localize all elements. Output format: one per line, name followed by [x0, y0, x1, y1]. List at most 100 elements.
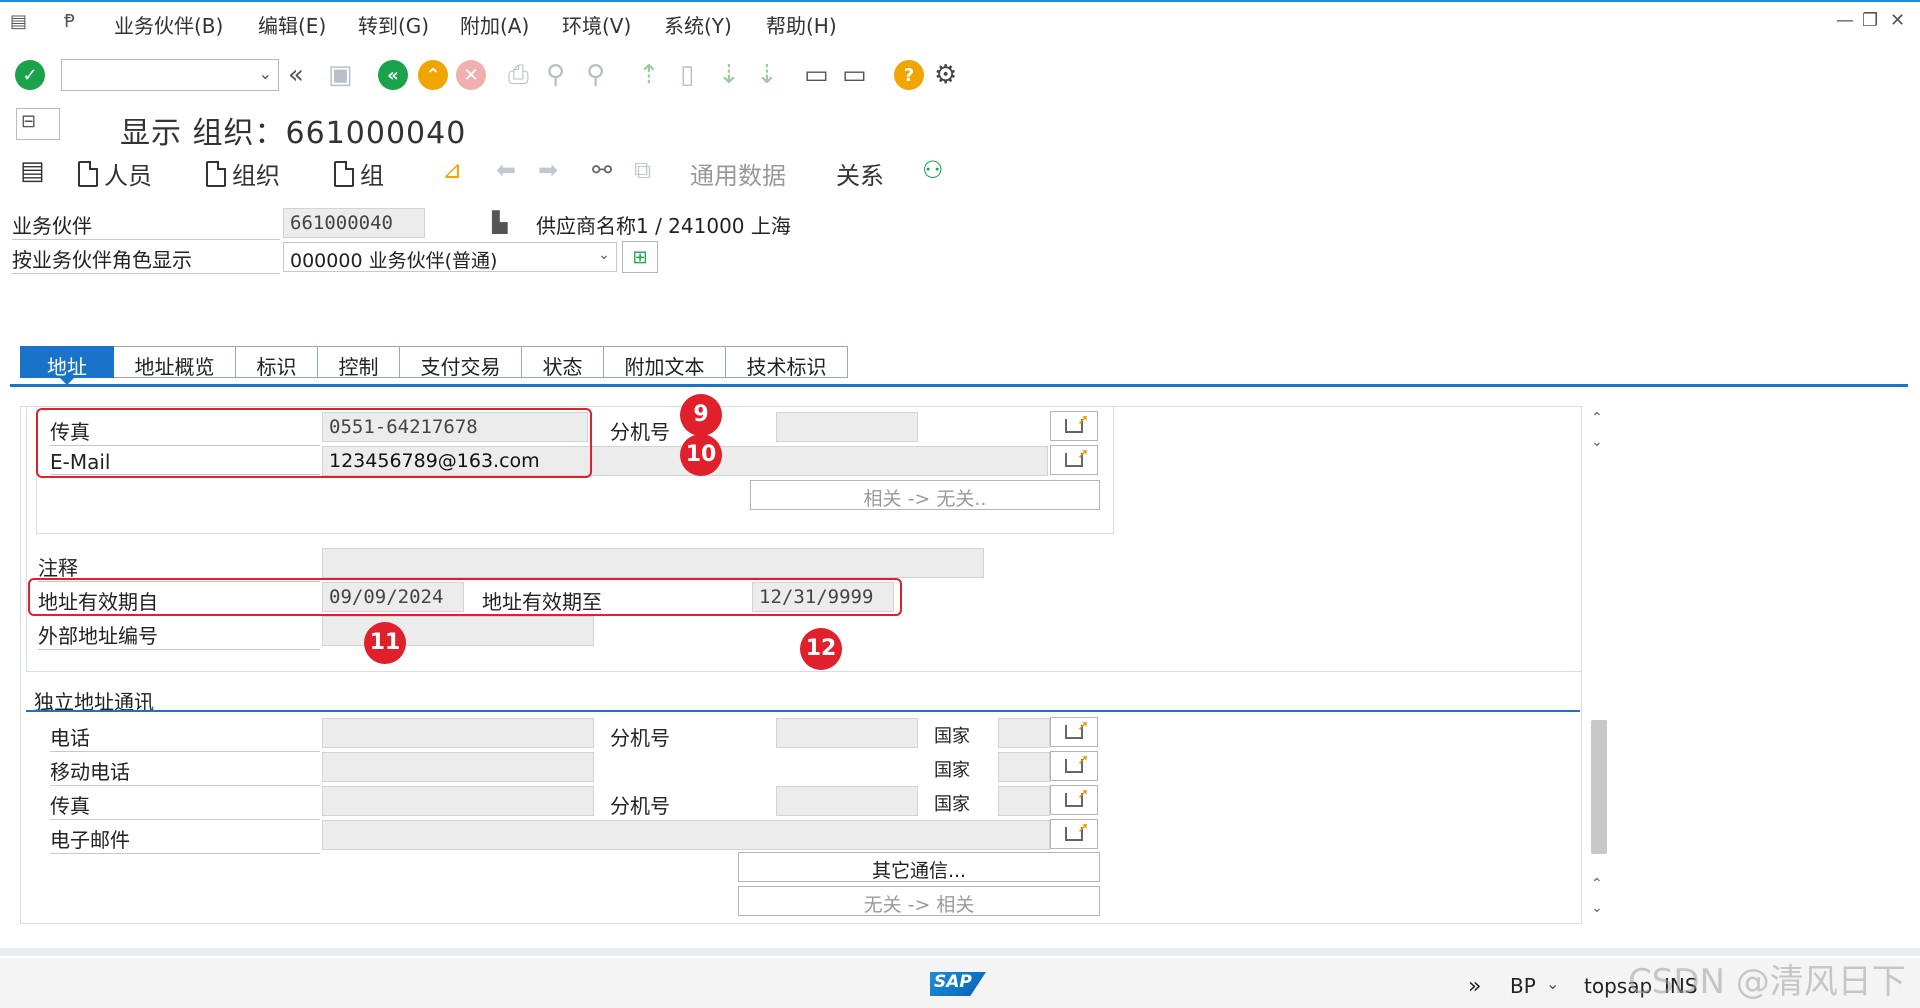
export-icon: ➚ — [1065, 446, 1089, 467]
relevant-to-irrelevant-button[interactable]: 相关 -> 无关.. — [750, 480, 1100, 510]
partner-user-icon[interactable]: ⚇ — [922, 156, 944, 184]
minimize-icon[interactable]: — — [1836, 10, 1854, 31]
role-switch-icon: ⊞ — [632, 246, 648, 268]
ind-email-field[interactable] — [322, 820, 1050, 850]
next-page-icon[interactable]: ⇣ — [718, 60, 740, 90]
tab-payment-transactions[interactable]: 支付交易 — [400, 346, 522, 379]
fax-extension-field[interactable] — [776, 412, 918, 442]
ind-fax-label: 传真 — [50, 790, 320, 820]
fax-email-highlight — [36, 408, 592, 478]
ind-fax-country-field[interactable] — [998, 786, 1050, 816]
person-button[interactable]: 人员 — [78, 156, 152, 191]
note-field[interactable] — [322, 548, 984, 578]
switch-display-change-icon[interactable]: ⊿ — [442, 156, 462, 184]
fax-more-button[interactable]: ➚ — [1050, 411, 1098, 441]
menu-goto[interactable]: 转到(G) — [358, 10, 429, 39]
exit-icon[interactable]: ⌃ — [418, 60, 448, 90]
close-icon[interactable]: ✕ — [1890, 10, 1905, 31]
bp-label: 业务伙伴 — [12, 210, 280, 240]
ind-email-label: 电子邮件 — [50, 824, 320, 854]
copy-icon[interactable]: ⧉ — [634, 156, 651, 184]
annotation-badge-12: 12 — [800, 628, 842, 670]
relations-button[interactable]: 关系 — [836, 156, 884, 191]
role-select[interactable]: 000000 业务伙伴(普通) ⌄ — [283, 242, 617, 272]
tab-status[interactable]: 状态 — [522, 346, 604, 379]
shortcut-icon[interactable]: ▭ — [842, 60, 867, 90]
save-icon[interactable]: ▣ — [328, 60, 353, 90]
tab-technical-identification[interactable]: 技术标识 — [726, 346, 848, 379]
expand-status-icon[interactable]: » — [1468, 974, 1481, 999]
ind-mobile-country-field[interactable] — [998, 752, 1050, 782]
ind-phone-country-field[interactable] — [998, 718, 1050, 748]
irrelevant-to-relevant-button[interactable]: 无关 -> 相关 — [738, 886, 1100, 916]
find-next-icon[interactable]: ⚲ — [586, 60, 605, 90]
settings-gear-icon[interactable]: ⚙ — [934, 60, 957, 90]
command-field[interactable]: ⌄ — [61, 59, 279, 91]
find-icon[interactable]: ⚲ — [546, 60, 565, 90]
scroll-down-icon[interactable]: ⌄ — [1591, 434, 1603, 450]
tab-additional-texts[interactable]: 附加文本 — [604, 346, 726, 379]
previous-page-icon[interactable]: ▯ — [680, 60, 694, 90]
validity-highlight — [28, 578, 902, 616]
scroll-up-icon[interactable]: ⌃ — [1591, 410, 1603, 426]
upper-scrollbar[interactable]: ⌃ ⌄ — [1588, 410, 1610, 460]
cancel-icon[interactable]: ✕ — [456, 60, 486, 90]
menu-business-partner[interactable]: 业务伙伴(B) — [114, 10, 223, 39]
scroll-up-icon[interactable]: ⌃ — [1591, 876, 1603, 892]
ind-phone-ext-field[interactable] — [776, 718, 918, 748]
enter-icon[interactable]: ✓ — [15, 60, 45, 90]
lower-scrollbar[interactable]: ⌃ ⌄ — [1588, 716, 1610, 922]
ind-fax-ext-label: 分机号 — [610, 794, 670, 818]
role-select-value: 000000 业务伙伴(普通) — [290, 250, 498, 272]
bp-number-field[interactable]: 661000040 — [283, 208, 425, 238]
menu-icon[interactable]: ▤ — [10, 11, 32, 32]
ind-fax-more-button[interactable]: ➚ — [1050, 785, 1098, 815]
tab-strip: 地址 地址概览 标识 控制 支付交易 状态 附加文本 技术标识 — [20, 346, 848, 385]
email-more-button[interactable]: ➚ — [1050, 445, 1098, 475]
menu-system[interactable]: 系统(Y) — [664, 10, 732, 39]
ind-phone-more-button[interactable]: ➚ — [1050, 717, 1098, 747]
general-data-button[interactable]: 通用数据 — [690, 156, 786, 191]
external-address-number-field[interactable] — [322, 616, 594, 646]
where-used-icon[interactable]: ⚯ — [592, 156, 612, 184]
ind-phone-ext-label: 分机号 — [610, 726, 670, 750]
help-icon[interactable]: ? — [894, 60, 924, 90]
ind-mobile-more-button[interactable]: ➚ — [1050, 751, 1098, 781]
ind-fax-field[interactable] — [322, 786, 594, 816]
tree-toggle-icon[interactable]: ▤ — [20, 156, 45, 186]
previous-partner-icon[interactable]: ⬅ — [496, 156, 516, 184]
ind-email-more-button[interactable]: ➚ — [1050, 819, 1098, 849]
back-icon[interactable]: « — [378, 60, 408, 90]
print-icon[interactable]: ⎙ — [508, 60, 529, 91]
menu-extras[interactable]: 附加(A) — [460, 10, 529, 39]
sap-p-icon[interactable]: Ᵽ — [64, 11, 86, 32]
menu-edit[interactable]: 编辑(E) — [258, 10, 326, 39]
tab-address-overview[interactable]: 地址概览 — [114, 346, 236, 379]
group-label: 组 — [360, 162, 384, 190]
ind-fax-ext-field[interactable] — [776, 786, 918, 816]
document-icon — [206, 160, 226, 187]
role-switch-button[interactable]: ⊞ — [622, 241, 658, 273]
annotation-badge-11: 11 — [364, 622, 406, 664]
screen-menu-icon[interactable]: ⊟ — [16, 108, 60, 140]
menu-environment[interactable]: 环境(V) — [562, 10, 631, 39]
next-partner-icon[interactable]: ➡ — [538, 156, 558, 184]
tab-identification[interactable]: 标识 — [236, 346, 318, 379]
chevron-down-icon[interactable]: ⌄ — [1546, 974, 1559, 993]
other-communication-button[interactable]: 其它通信... — [738, 852, 1100, 882]
scroll-thumb[interactable] — [1591, 720, 1607, 854]
tab-address[interactable]: 地址 — [20, 346, 114, 385]
organization-button[interactable]: 组织 — [206, 156, 280, 191]
first-page-icon[interactable]: ⇡ — [638, 60, 660, 90]
sap-logo: SAP — [930, 972, 986, 996]
ind-mobile-field[interactable] — [322, 752, 594, 782]
tab-control[interactable]: 控制 — [318, 346, 400, 379]
last-page-icon[interactable]: ⇣ — [756, 60, 778, 90]
menu-help[interactable]: 帮助(H) — [766, 10, 837, 39]
create-session-icon[interactable]: ▭ — [804, 60, 829, 90]
ind-phone-field[interactable] — [322, 718, 594, 748]
group-button[interactable]: 组 — [334, 156, 384, 191]
scroll-down-icon[interactable]: ⌄ — [1591, 900, 1603, 916]
restore-icon[interactable]: ❐ — [1862, 10, 1878, 31]
double-left-icon[interactable]: « — [288, 60, 304, 90]
